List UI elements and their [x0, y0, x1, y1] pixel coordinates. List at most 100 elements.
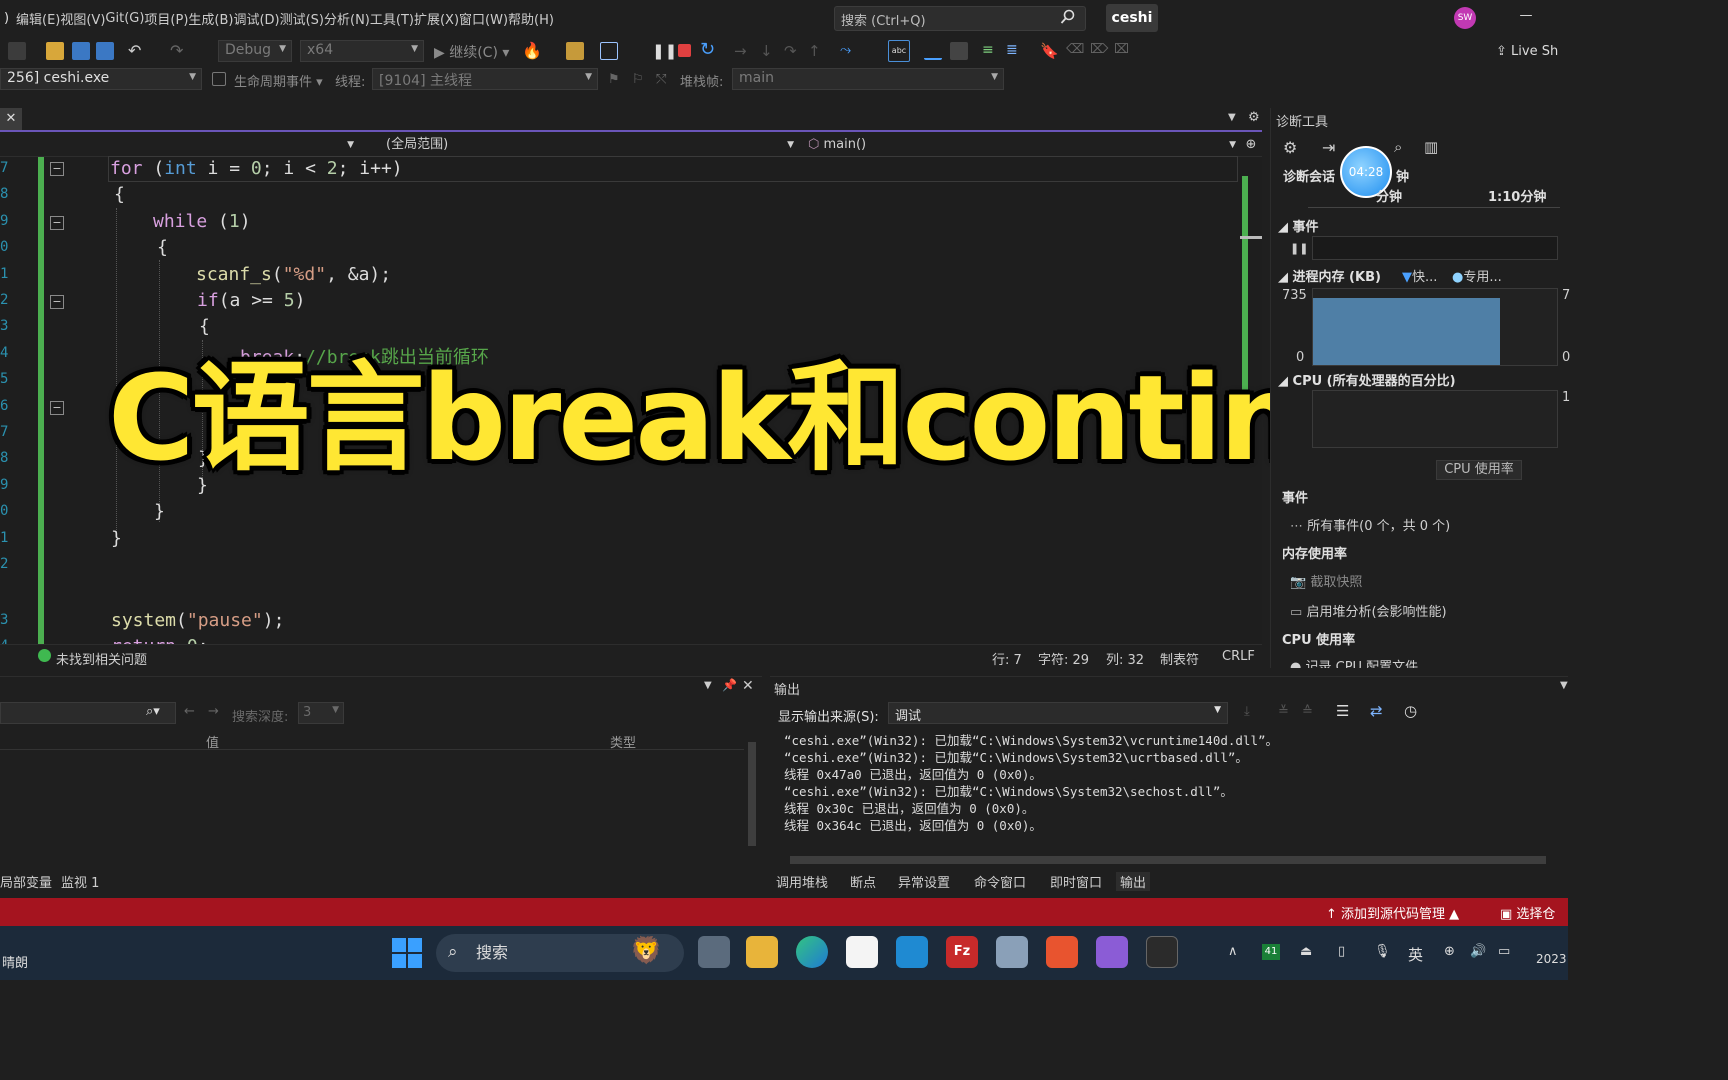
memory-section-header[interactable]: ◢ 进程内存 (KB): [1278, 266, 1381, 285]
spellcheck-icon[interactable]: abc: [888, 40, 910, 62]
events-section-header[interactable]: ◢ 事件: [1278, 216, 1319, 235]
microphone-icon[interactable]: 🎙: [1374, 944, 1391, 959]
edge-icon[interactable]: [796, 936, 828, 968]
tab-settings-icon[interactable]: ⚙: [1248, 110, 1260, 125]
continue-button[interactable]: ▶ 继续(C) ▾: [434, 42, 509, 62]
stack-frame-select[interactable]: main ▼: [732, 68, 1004, 90]
browse-icon[interactable]: [566, 42, 584, 60]
source-control-button[interactable]: ↑ 添加到源代码管理 ▲: [1326, 903, 1459, 922]
timestamp-icon[interactable]: ◷: [1404, 702, 1417, 720]
output-hscrollbar[interactable]: [774, 854, 1568, 866]
output-tab[interactable]: 调用堆栈: [776, 872, 828, 891]
threads-icon[interactable]: ⤲: [656, 72, 674, 90]
show-next-statement-icon[interactable]: →: [734, 42, 752, 60]
fold-toggle[interactable]: −: [50, 216, 64, 230]
tabs-indicator[interactable]: 制表符: [1160, 649, 1199, 668]
fold-toggle[interactable]: −: [50, 401, 64, 415]
clock[interactable]: 2023: [1536, 952, 1567, 966]
menu-item[interactable]: 调试(D): [233, 9, 279, 28]
volume-icon[interactable]: 🔊: [1470, 944, 1486, 959]
prev-bookmark-icon[interactable]: ⌫: [1066, 42, 1084, 60]
comment-icon[interactable]: ≣: [1006, 42, 1024, 60]
vscode-icon[interactable]: [896, 936, 928, 968]
word-wrap-icon[interactable]: ⇄: [1370, 702, 1383, 720]
tray-expand-icon[interactable]: ∧: [1228, 944, 1238, 959]
config-select[interactable]: Debug ▼: [218, 40, 292, 62]
output-text[interactable]: “ceshi.exe”(Win32): 已加载“C:\Windows\Syste…: [784, 732, 1544, 850]
tab-overflow-icon[interactable]: ▼: [1228, 112, 1236, 123]
task-view-icon[interactable]: [698, 936, 730, 968]
search-input[interactable]: 搜索 (Ctrl+Q): [834, 6, 1086, 31]
pause-icon[interactable]: ❚❚: [652, 42, 677, 60]
undo-icon[interactable]: ↶: [128, 42, 146, 60]
xmind-icon[interactable]: [1046, 936, 1078, 968]
open-folder-icon[interactable]: [46, 42, 64, 60]
search-icon[interactable]: [1060, 9, 1076, 25]
menu-item[interactable]: 工具(T): [370, 9, 414, 28]
process-select[interactable]: 256] ceshi.exe ▼: [0, 68, 202, 90]
back-icon[interactable]: ←: [184, 704, 195, 719]
thread-select[interactable]: [9104] 主线程 ▼: [372, 68, 598, 90]
save-all-icon[interactable]: [96, 42, 114, 60]
restart-icon[interactable]: ↻: [700, 41, 718, 59]
flag-icon[interactable]: ⚑: [608, 72, 626, 90]
split-editor-icon[interactable]: ⊕: [1242, 134, 1260, 156]
project-nav-select[interactable]: ▼: [0, 134, 356, 156]
pin-icon[interactable]: 📌: [722, 678, 737, 692]
clear-all-icon[interactable]: ☰: [1336, 702, 1349, 720]
output-menu-icon[interactable]: ▼: [1560, 680, 1568, 691]
cpu-usage-tab[interactable]: CPU 使用率: [1436, 460, 1522, 480]
forward-icon[interactable]: →: [208, 704, 219, 719]
ime-indicator[interactable]: 英: [1408, 944, 1423, 965]
next-bookmark-icon[interactable]: ⌦: [1090, 42, 1108, 60]
live-share-button[interactable]: ⇪ Live Sh: [1496, 44, 1558, 59]
menu-item[interactable]: 编辑(E): [16, 9, 60, 28]
type-column-header[interactable]: 类型: [610, 732, 636, 751]
menu-item[interactable]: 分析(N): [324, 9, 370, 28]
phone-icon[interactable]: ▯: [1338, 944, 1345, 959]
tray-badge[interactable]: 41: [1262, 944, 1280, 960]
terminal-icon[interactable]: [1146, 936, 1178, 968]
search-icon[interactable]: ⌕▾: [146, 704, 160, 719]
menu-item[interactable]: 视图(V): [60, 9, 105, 28]
all-events-link[interactable]: ⋯ 所有事件(0 个，共 0 个): [1290, 515, 1450, 534]
tab-watch-1[interactable]: 监视 1: [61, 872, 99, 891]
eol-indicator[interactable]: CRLF: [1222, 649, 1255, 664]
indent-icon[interactable]: ≡: [982, 42, 1000, 60]
bookmark-icon[interactable]: 🔖: [1040, 42, 1059, 60]
close-panel-icon[interactable]: ✕: [742, 678, 754, 694]
network-icon[interactable]: ⊕: [1444, 944, 1455, 959]
line-indicator[interactable]: 行: 7: [992, 649, 1022, 668]
fold-toggle[interactable]: −: [50, 162, 64, 176]
locals-scrollbar[interactable]: [744, 732, 760, 864]
battery-icon[interactable]: ▭: [1498, 944, 1510, 959]
tab-locals[interactable]: 局部变量: [0, 872, 52, 891]
platform-select[interactable]: x64 ▼: [300, 40, 424, 62]
menu-item[interactable]: 生成(B): [188, 9, 233, 28]
goto-line-icon[interactable]: ⤓: [1244, 704, 1250, 719]
search-depth-select[interactable]: 3 ▼: [298, 702, 344, 724]
menu-item[interactable]: 窗口(W): [459, 9, 508, 28]
diagnostics-icon[interactable]: ⤳: [840, 42, 858, 60]
prev-message-icon[interactable]: ≚: [1278, 704, 1289, 719]
select-repo-button[interactable]: ▣ 选择仓: [1500, 903, 1555, 922]
window-layout-icon[interactable]: [600, 42, 618, 60]
next-message-icon[interactable]: ≙: [1302, 704, 1313, 719]
menu-item[interactable]: 测试(S): [280, 9, 324, 28]
step-over-icon[interactable]: ↷: [784, 42, 802, 60]
filezilla-icon[interactable]: Fz: [946, 936, 978, 968]
fold-toggle[interactable]: −: [50, 295, 64, 309]
cpu-section-header[interactable]: ◢ CPU (所有处理器的百分比): [1278, 370, 1456, 389]
zoom-in-icon[interactable]: ⌕: [1394, 138, 1402, 156]
output-source-select[interactable]: 调试 ▼: [888, 702, 1228, 724]
file-explorer-icon[interactable]: [746, 936, 778, 968]
stop-icon[interactable]: [678, 44, 691, 57]
function-nav-select[interactable]: ⬡ main() ▼: [808, 134, 1238, 156]
redo-icon[interactable]: ↷: [170, 42, 188, 60]
step-out-icon[interactable]: ↑: [808, 42, 826, 60]
char-indicator[interactable]: 字符: 29: [1038, 649, 1089, 668]
scope-nav-select[interactable]: (全局范围) ▼: [386, 134, 796, 156]
hot-reload-icon[interactable]: 🔥: [522, 42, 542, 60]
store-icon[interactable]: [846, 936, 878, 968]
output-tab[interactable]: 命令窗口: [974, 872, 1026, 891]
